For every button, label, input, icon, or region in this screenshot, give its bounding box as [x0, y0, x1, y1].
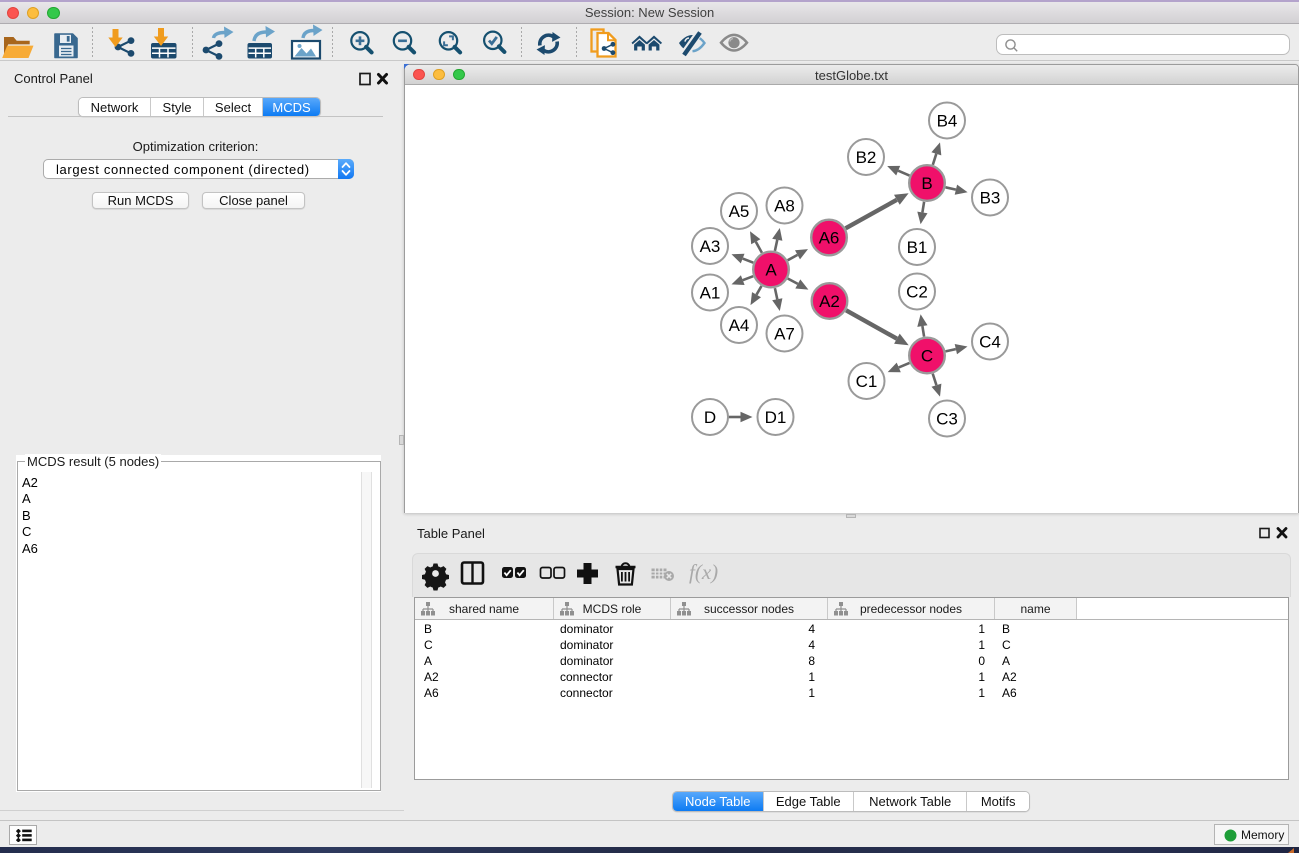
svg-text:C1: C1	[856, 372, 878, 391]
svg-text:C2: C2	[906, 283, 928, 302]
svg-text:A2: A2	[819, 292, 840, 311]
svg-text:A7: A7	[774, 325, 795, 344]
svg-text:A: A	[765, 261, 777, 280]
svg-text:B4: B4	[937, 112, 958, 131]
svg-text:C: C	[921, 347, 933, 366]
svg-text:B1: B1	[907, 238, 928, 257]
svg-text:A4: A4	[729, 316, 750, 335]
svg-text:B: B	[921, 174, 932, 193]
svg-text:A1: A1	[700, 284, 721, 303]
svg-text:A5: A5	[729, 202, 750, 221]
svg-text:B3: B3	[980, 189, 1001, 208]
svg-text:A8: A8	[774, 197, 795, 216]
svg-text:B2: B2	[856, 148, 877, 167]
svg-text:C3: C3	[936, 410, 958, 429]
svg-text:D: D	[704, 408, 716, 427]
svg-text:D1: D1	[765, 408, 787, 427]
svg-text:A6: A6	[819, 229, 840, 248]
svg-text:A3: A3	[700, 237, 721, 256]
svg-text:C4: C4	[979, 333, 1001, 352]
